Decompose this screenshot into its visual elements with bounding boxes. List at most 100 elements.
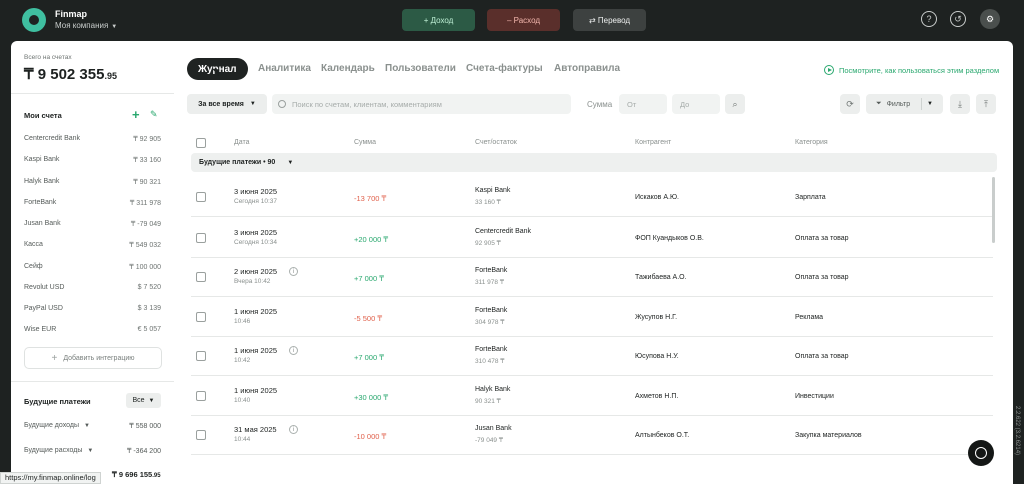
upload-icon[interactable]: ⤒ bbox=[976, 94, 996, 114]
row-time: Вчера 10:42 bbox=[234, 278, 271, 285]
chevron-down-icon[interactable]: ▼ bbox=[927, 101, 933, 107]
account-item[interactable]: Касса ₸ 549 032 bbox=[24, 241, 161, 249]
account-item[interactable]: Jusan Bank ₸ -79 049 bbox=[24, 220, 161, 228]
account-item[interactable]: ForteBank ₸ 311 978 bbox=[24, 199, 161, 207]
table-row[interactable]: 3 июня 2025 Сегодня 10:34 +20 000 ₸ Cent… bbox=[191, 218, 993, 258]
plus-icon: + bbox=[51, 352, 58, 364]
future-income-row[interactable]: Будущие доходы ▼ ₸ 558 000 bbox=[24, 422, 161, 430]
add-integration-button[interactable]: + Добавить интеграцию bbox=[24, 347, 162, 369]
row-amount: +7 000 ₸ bbox=[354, 274, 385, 283]
account-item[interactable]: Centercredit Bank ₸ 92 905 bbox=[24, 135, 161, 143]
row-checkbox[interactable] bbox=[196, 391, 206, 401]
info-icon[interactable]: i bbox=[289, 346, 298, 355]
sum-to-input[interactable] bbox=[672, 94, 720, 114]
account-item[interactable]: Halyk Bank ₸ 90 321 bbox=[24, 178, 161, 186]
chevron-down-icon: ▼ bbox=[148, 397, 155, 404]
info-icon[interactable]: i bbox=[289, 267, 298, 276]
account-item[interactable]: Wise EUR € 5 057 bbox=[24, 326, 161, 333]
top-bar: Finmap Моя компания ▼ + Доход – Расход ⇄ … bbox=[0, 0, 1024, 40]
table-row[interactable]: 3 июня 2025 Сегодня 10:37 -13 700 ₸ Kasp… bbox=[191, 177, 993, 217]
period-selector[interactable]: За все время ▼ bbox=[187, 94, 267, 114]
column-category[interactable]: Категория bbox=[795, 139, 828, 146]
version-label: 2.2.622 (3.2.6214) bbox=[1014, 406, 1020, 456]
column-counterparty[interactable]: Контрагент bbox=[635, 139, 671, 146]
account-amount: ₸ 92 905 bbox=[133, 136, 161, 143]
row-category: Оплата за товар bbox=[795, 235, 849, 242]
row-checkbox[interactable] bbox=[196, 430, 206, 440]
table-row[interactable]: 2 июня 2025 i Вчера 10:42 +7 000 ₸ Forte… bbox=[191, 257, 993, 297]
row-checkbox[interactable] bbox=[196, 233, 206, 243]
row-date: 31 мая 2025 bbox=[234, 425, 277, 434]
help-icon[interactable]: ? bbox=[921, 11, 937, 27]
row-checkbox[interactable] bbox=[196, 312, 206, 322]
chat-icon[interactable] bbox=[968, 440, 994, 466]
column-amount[interactable]: Сумма bbox=[354, 139, 376, 146]
row-account: Jusan Bank bbox=[475, 425, 512, 432]
sum-from-input[interactable] bbox=[619, 94, 667, 114]
search-input[interactable] bbox=[272, 94, 571, 114]
account-item[interactable]: Revolut USD $ 7 520 bbox=[24, 284, 161, 291]
row-date: 1 июня 2025 bbox=[234, 346, 278, 355]
table-row[interactable]: 1 июня 2025 10:40 +30 000 ₸ Halyk Bank 9… bbox=[191, 376, 993, 416]
finmap-logo-icon[interactable] bbox=[22, 8, 46, 32]
history-icon[interactable]: ↺ bbox=[950, 11, 966, 27]
column-date[interactable]: Дата bbox=[234, 139, 250, 146]
gear-icon[interactable]: ⚙ bbox=[980, 9, 1000, 29]
download-icon[interactable]: ⤓ bbox=[950, 94, 970, 114]
column-account[interactable]: Счет/остаток bbox=[475, 139, 517, 146]
total-balance-cents: .95 bbox=[104, 71, 117, 81]
future-filter-value: Все bbox=[132, 397, 145, 404]
edit-accounts-icon[interactable]: ✎ bbox=[150, 109, 158, 120]
add-expense-button[interactable]: – Расход bbox=[487, 9, 560, 31]
row-amount: -5 500 ₸ bbox=[354, 314, 383, 323]
account-item[interactable]: PayPal USD $ 3 139 bbox=[24, 305, 161, 312]
info-icon[interactable]: i bbox=[289, 425, 298, 434]
account-item[interactable]: Сейф ₸ 100 000 bbox=[24, 263, 161, 271]
row-date: 1 июня 2025 bbox=[234, 386, 278, 395]
row-checkbox[interactable] bbox=[196, 351, 206, 361]
account-amount: ₸ 33 160 bbox=[133, 157, 161, 164]
company-selector[interactable]: Моя компания ▼ bbox=[55, 21, 117, 30]
account-name: Wise EUR bbox=[24, 326, 57, 333]
add-transfer-button[interactable]: ⇄ Перевод bbox=[573, 9, 646, 31]
add-income-button[interactable]: + Доход bbox=[402, 9, 475, 31]
row-date: 3 июня 2025 bbox=[234, 187, 278, 196]
company-name: Моя компания bbox=[55, 21, 109, 30]
future-payments-group[interactable]: Будущие платежи • 90 ▼ bbox=[191, 153, 997, 172]
table-row[interactable]: 1 июня 2025 10:46 -5 500 ₸ ForteBank 304… bbox=[191, 297, 993, 337]
divider bbox=[921, 98, 922, 110]
future-expense-row[interactable]: Будущие расходы ▼ ₸ -364 200 bbox=[24, 447, 161, 455]
tab-calendar[interactable]: Календарь bbox=[321, 63, 375, 74]
select-all-checkbox[interactable] bbox=[196, 138, 206, 148]
tab-users[interactable]: Пользователи bbox=[385, 63, 456, 74]
divider bbox=[11, 93, 174, 94]
howto-link[interactable]: Посмотрите, как пользоваться этим раздел… bbox=[824, 65, 999, 75]
row-category: Оплата за товар bbox=[795, 274, 849, 281]
row-time: 10:44 bbox=[234, 436, 251, 443]
filter-label: Фильтр bbox=[886, 100, 911, 108]
row-checkbox[interactable] bbox=[196, 192, 206, 202]
account-item[interactable]: Kaspi Bank ₸ 33 160 bbox=[24, 156, 161, 164]
filter-button[interactable]: ⏷ Фильтр ▼ bbox=[866, 94, 943, 114]
tab-autorules[interactable]: Автоправила bbox=[554, 63, 620, 74]
search-submit-icon[interactable]: ⌕ bbox=[725, 94, 745, 114]
account-name: Revolut USD bbox=[24, 284, 65, 291]
tab-analytics[interactable]: Аналитика bbox=[258, 63, 311, 74]
table-row[interactable]: 1 июня 2025 i 10:42 +7 000 ₸ ForteBank 3… bbox=[191, 336, 993, 376]
future-payments-title: Будущие платежи bbox=[24, 397, 91, 406]
account-name: Halyk Bank bbox=[24, 178, 60, 185]
row-category: Оплата за товар bbox=[795, 353, 849, 360]
row-balance: 90 321 ₸ bbox=[475, 398, 501, 405]
table-scrollbar[interactable] bbox=[992, 177, 995, 243]
table-row[interactable]: 31 мая 2025 i 10:44 -10 000 ₸ Jusan Bank… bbox=[191, 415, 993, 455]
row-category: Закупка материалов bbox=[795, 432, 862, 439]
account-name: Касса bbox=[24, 241, 43, 248]
row-checkbox[interactable] bbox=[196, 272, 206, 282]
add-account-icon[interactable]: + bbox=[132, 107, 140, 122]
future-payments-filter[interactable]: Все ▼ bbox=[126, 393, 161, 408]
chevron-down-icon: ▼ bbox=[287, 159, 294, 166]
chevron-down-icon: ▼ bbox=[87, 448, 94, 454]
account-name: ForteBank bbox=[24, 199, 57, 206]
tab-invoices[interactable]: Счета-фактуры bbox=[466, 63, 543, 74]
refresh-icon[interactable]: ⟳ bbox=[840, 94, 860, 114]
